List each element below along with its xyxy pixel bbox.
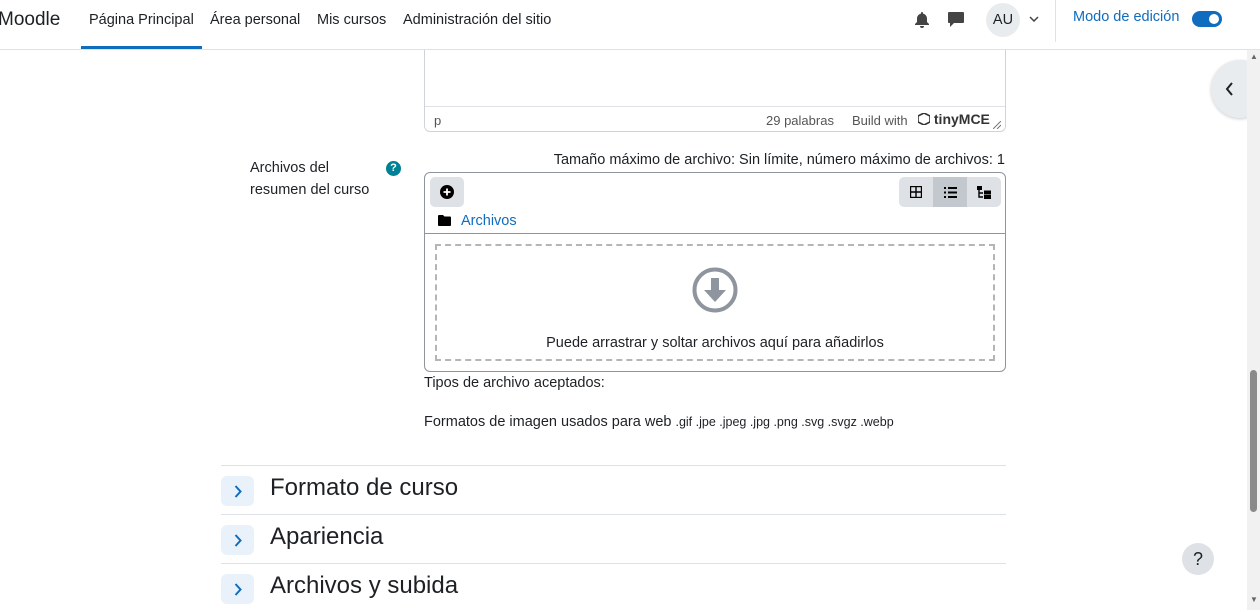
chevron-left-icon xyxy=(1225,82,1233,96)
section-appearance[interactable]: Apariencia xyxy=(221,514,1006,563)
summary-editor[interactable]: p 29 palabras Build with tinyMCE xyxy=(424,50,1006,132)
tinymce-logo-icon xyxy=(917,112,931,126)
edit-mode-toggle[interactable] xyxy=(1192,11,1222,27)
editor-build-with: Build with xyxy=(852,113,908,128)
nav-home[interactable]: Página Principal xyxy=(81,0,202,49)
plus-circle-icon xyxy=(440,185,454,199)
section-title[interactable]: Formato de curso xyxy=(270,474,458,502)
add-file-button[interactable] xyxy=(430,177,464,207)
dropzone-text: Puede arrastrar y soltar archivos aquí p… xyxy=(546,335,884,351)
grid-icon xyxy=(910,186,922,198)
max-file-size-text: Tamaño máximo de archivo: Sin límite, nú… xyxy=(553,152,1005,168)
accepted-types-label: Tipos de archivo aceptados: xyxy=(424,375,605,391)
edit-mode-label[interactable]: Modo de edición xyxy=(1073,9,1179,25)
toggle-knob xyxy=(1209,14,1219,24)
resize-handle-icon[interactable] xyxy=(993,121,1001,129)
scroll-up-arrow-icon[interactable]: ▲ xyxy=(1250,52,1258,61)
section-files-uploads[interactable]: Archivos y subida xyxy=(221,563,1006,612)
view-icons-button[interactable] xyxy=(899,177,933,207)
user-avatar[interactable]: AU xyxy=(986,3,1020,37)
page-scrollbar[interactable]: ▲ ▼ xyxy=(1247,50,1260,610)
nav-site-admin[interactable]: Administración del sitio xyxy=(395,0,559,49)
notifications-bell-icon[interactable] xyxy=(912,10,932,30)
expand-chevron-right-icon[interactable] xyxy=(221,476,254,506)
top-navbar: Moodle Página Principal Área personal Mi… xyxy=(0,0,1260,50)
download-arrow-circle-icon xyxy=(692,267,738,313)
help-question-button[interactable]: ? xyxy=(1182,543,1214,575)
file-dropzone[interactable]: Puede arrastrar y soltar archivos aquí p… xyxy=(435,244,995,361)
list-icon xyxy=(943,186,957,198)
course-summary-files-label: Archivos del resumen del curso xyxy=(250,160,370,198)
view-list-button[interactable] xyxy=(933,177,967,207)
accepted-formats: Formatos de imagen usados para web .gif … xyxy=(424,414,894,430)
scroll-down-arrow-icon[interactable]: ▼ xyxy=(1250,595,1258,604)
editor-element-path[interactable]: p xyxy=(434,113,441,128)
tinymce-logo[interactable]: tinyMCE xyxy=(917,111,990,127)
file-manager-divider xyxy=(425,233,1005,234)
site-brand[interactable]: Moodle xyxy=(0,9,60,31)
editor-statusbar: p 29 palabras Build with tinyMCE xyxy=(425,106,1005,132)
view-tree-button[interactable] xyxy=(967,177,1001,207)
user-menu-chevron-down-icon[interactable] xyxy=(1027,12,1041,26)
formats-label: Formatos de imagen usados para web xyxy=(424,414,672,430)
folder-icon xyxy=(438,215,451,226)
section-title[interactable]: Apariencia xyxy=(270,523,383,551)
scrollbar-thumb[interactable] xyxy=(1250,370,1257,512)
nav-my-courses[interactable]: Mis cursos xyxy=(309,0,394,49)
files-folder-link[interactable]: Archivos xyxy=(461,213,517,229)
expand-chevron-right-icon[interactable] xyxy=(221,525,254,555)
folder-tree-icon xyxy=(977,185,991,199)
editor-word-count[interactable]: 29 palabras xyxy=(766,113,834,128)
messages-icon[interactable] xyxy=(946,9,966,29)
expand-chevron-right-icon[interactable] xyxy=(221,574,254,604)
help-question-icon[interactable]: ? xyxy=(386,161,401,176)
nav-dashboard[interactable]: Área personal xyxy=(202,0,308,49)
formats-extensions: .gif .jpe .jpeg .jpg .png .svg .svgz .we… xyxy=(675,415,894,429)
navbar-divider xyxy=(1055,0,1056,42)
section-course-format[interactable]: Formato de curso xyxy=(221,465,1006,514)
view-mode-group xyxy=(899,177,1001,207)
section-title[interactable]: Archivos y subida xyxy=(270,572,458,600)
file-manager: Archivos Puede arrastrar y soltar archiv… xyxy=(424,172,1006,372)
